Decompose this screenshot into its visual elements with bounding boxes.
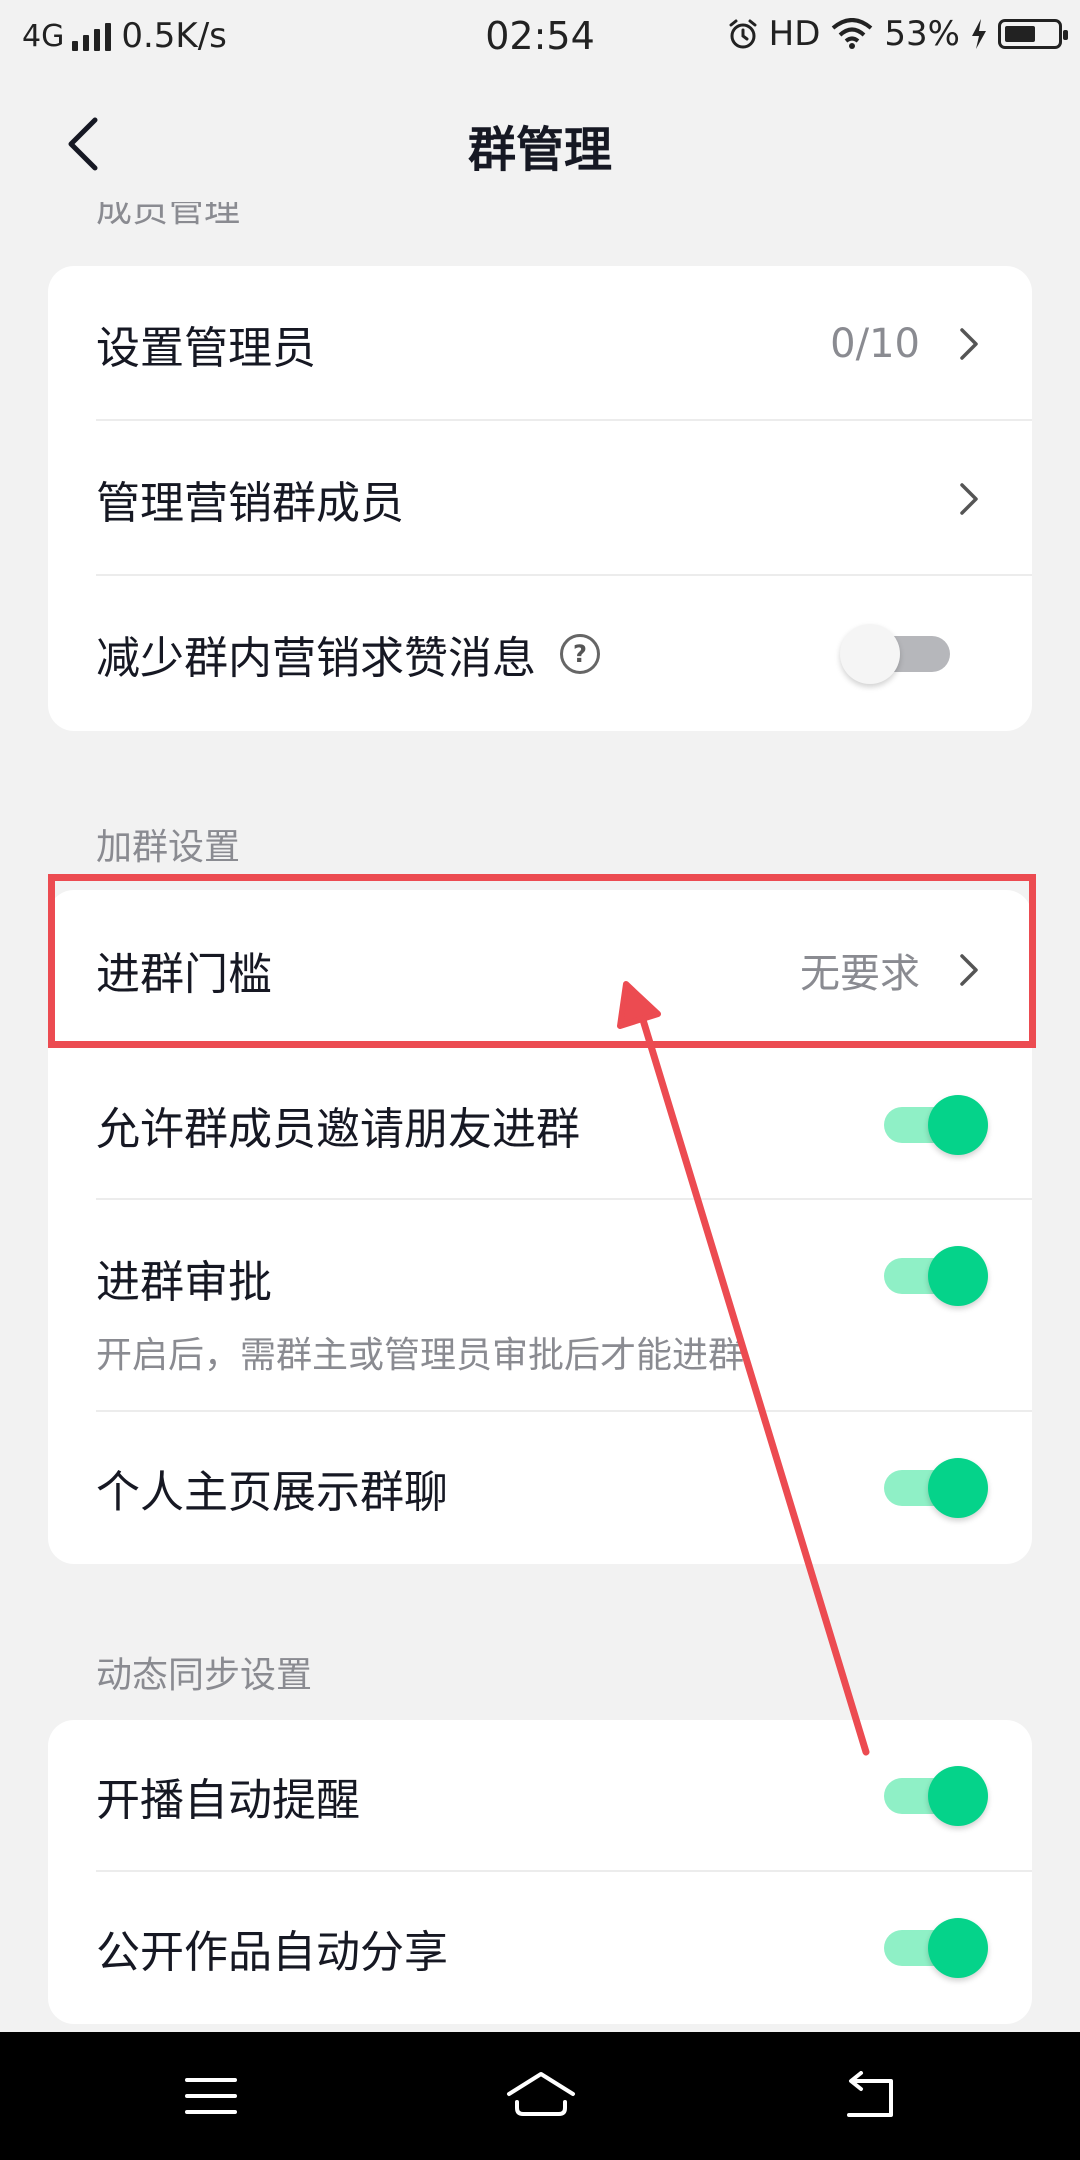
reduce-marketing-toggle[interactable] <box>840 623 950 684</box>
status-right: HD 53% <box>727 14 1068 54</box>
toggle-knob <box>928 1095 988 1155</box>
status-bar: 4G 0.5K/s 02:54 HD 53% <box>0 0 1080 76</box>
section-label-member-manage: 成员管理 <box>96 202 240 232</box>
live-remind-row: 开播自动提醒 <box>48 1720 1032 1872</box>
auto-share-row: 公开作品自动分享 <box>48 1872 1032 2024</box>
alarm-icon <box>729 19 757 49</box>
show-on-profile-row: 个人主页展示群聊 <box>48 1412 1032 1564</box>
section-label-text: 成员管理 <box>96 202 241 230</box>
allow-invite-toggle[interactable] <box>884 1095 988 1155</box>
dynamic-sync-card: 开播自动提醒 公开作品自动分享 <box>48 1720 1032 2024</box>
member-manage-card: 设置管理员 0/10 管理营销群成员 减少群内营销求赞消息 ? <box>48 266 1032 731</box>
row-label: 公开作品自动分享 <box>96 1927 448 1978</box>
row-label: 进群审批 <box>96 1257 272 1308</box>
system-nav-bar <box>0 2032 1080 2160</box>
row-label: 允许群成员邀请朋友进群 <box>96 1104 580 1155</box>
row-label: 进群门槛 <box>96 949 272 1000</box>
toggle-knob <box>928 1766 988 1826</box>
toggle-knob <box>928 1246 988 1306</box>
return-icon <box>847 2071 893 2117</box>
battery-percent: 53% <box>884 14 960 54</box>
help-icon[interactable]: ? <box>560 633 600 674</box>
section-label-dynamic-sync: 动态同步设置 <box>96 1655 313 1696</box>
nav-bar: 群管理 <box>0 76 1080 206</box>
join-approval-toggle[interactable] <box>884 1246 988 1306</box>
wifi-icon <box>832 18 873 49</box>
row-label: 开播自动提醒 <box>96 1775 360 1826</box>
hd-indicator: HD <box>768 14 821 54</box>
join-approval-row: 进群审批 开启后，需群主或管理员审批后才能进群 <box>48 1200 1032 1412</box>
auto-share-toggle[interactable] <box>884 1918 988 1978</box>
row-label: 减少群内营销求赞消息 <box>96 632 536 684</box>
row-label: 设置管理员 <box>96 322 316 374</box>
chevron-right-icon <box>960 482 978 515</box>
menu-button[interactable] <box>166 2062 256 2130</box>
back-nav-button[interactable] <box>824 2062 914 2130</box>
live-remind-toggle[interactable] <box>884 1766 988 1826</box>
show-on-profile-toggle[interactable] <box>884 1458 988 1518</box>
set-admin-row[interactable]: 设置管理员 0/10 <box>48 266 1032 421</box>
home-button[interactable] <box>496 2062 586 2130</box>
toggle-knob <box>928 1458 988 1518</box>
admin-count: 0/10 <box>830 320 920 367</box>
battery-icon <box>998 19 1068 49</box>
charging-icon <box>972 19 986 49</box>
menu-icon <box>185 2078 237 2114</box>
chevron-right-icon <box>960 327 978 360</box>
allow-invite-row: 允许群成员邀请朋友进群 <box>48 1050 1032 1200</box>
join-settings-card: 进群门槛 无要求 允许群成员邀请朋友进群 进群审批 开启后，需群主或管理员审批后… <box>48 890 1032 1564</box>
marketing-members-row[interactable]: 管理营销群成员 <box>48 421 1032 576</box>
row-label: 个人主页展示群聊 <box>96 1467 448 1518</box>
join-threshold-value: 无要求 <box>800 951 920 997</box>
join-threshold-row[interactable]: 进群门槛 无要求 <box>48 890 1032 1050</box>
toggle-knob <box>928 1918 988 1978</box>
section-label-join-settings: 加群设置 <box>96 827 241 868</box>
toggle-knob <box>840 623 900 684</box>
row-label-wrap: 减少群内营销求赞消息 ? <box>96 622 600 686</box>
page-title: 群管理 <box>467 122 612 178</box>
row-label: 管理营销群成员 <box>96 477 404 529</box>
home-icon <box>507 2072 575 2116</box>
join-approval-subtitle: 开启后，需群主或管理员审批后才能进群 <box>96 1335 745 1376</box>
chevron-right-icon <box>960 954 978 986</box>
reduce-marketing-row: 减少群内营销求赞消息 ? <box>48 576 1032 731</box>
